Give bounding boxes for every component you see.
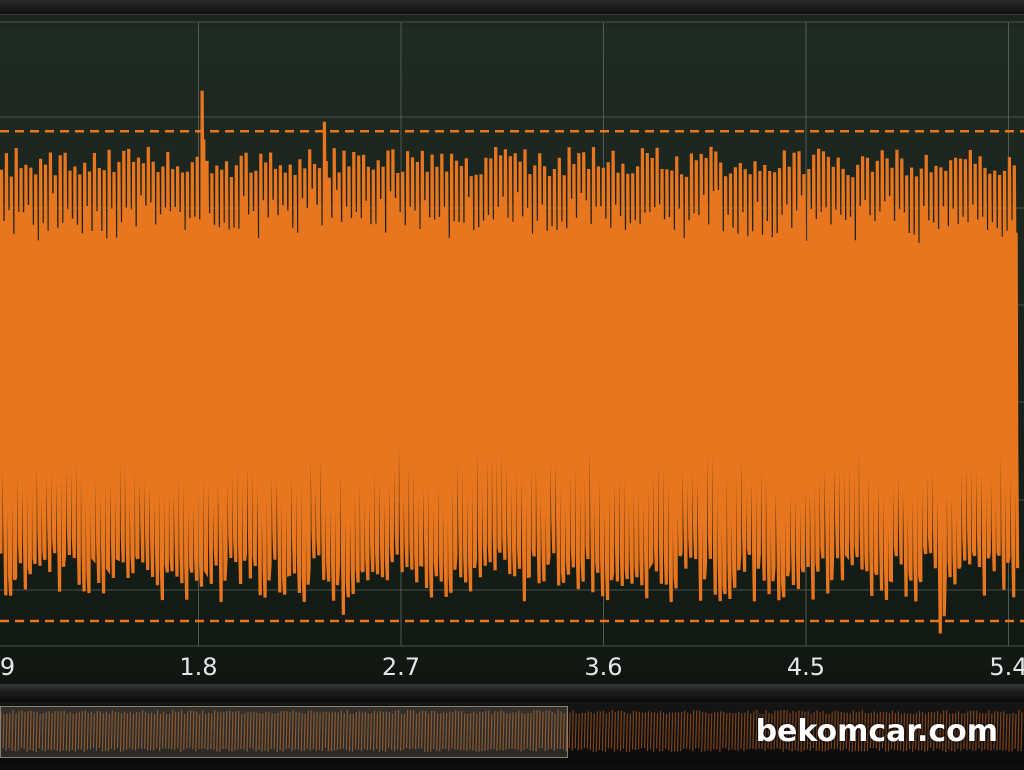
- bottom-bezel: [0, 684, 1024, 702]
- overview-viewport-handle[interactable]: [0, 706, 568, 758]
- x-tick-label: 4.5: [787, 653, 825, 681]
- x-tick-label: 5.4: [989, 653, 1024, 681]
- x-tick-label: 2.7: [382, 653, 420, 681]
- x-tick-label: 1.8: [179, 653, 217, 681]
- top-bezel: [0, 0, 1024, 15]
- waveform-series-line: [0, 90, 1020, 634]
- x-tick-label: 0.9: [0, 653, 15, 681]
- chart-canvas: 0.9 1.8 2.7 3.6 4.5 5.4: [0, 21, 1024, 681]
- waveform-chart[interactable]: 0.9 1.8 2.7 3.6 4.5 5.4: [0, 0, 1024, 688]
- watermark: bekomcar.com: [755, 714, 998, 749]
- x-tick-label: 3.6: [584, 653, 622, 681]
